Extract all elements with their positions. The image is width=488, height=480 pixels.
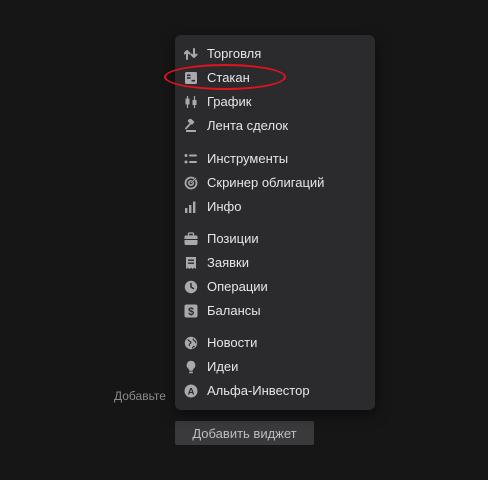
menu-item-label: Позиции xyxy=(207,231,259,246)
menu-item-trade-feed[interactable]: Лента сделок xyxy=(175,114,375,138)
menu-item-label: Новости xyxy=(207,335,258,350)
menu-item-label: Альфа-Инвестор xyxy=(207,383,310,398)
workspace: Добавьте Добавить виджет Торговля Стакан… xyxy=(0,0,488,480)
menu-item-label: Торговля xyxy=(207,46,262,61)
menu-item-orders[interactable]: Заявки xyxy=(175,251,375,275)
svg-text:$: $ xyxy=(188,306,194,318)
menu-item-balances[interactable]: $ Балансы xyxy=(175,299,375,323)
menu-item-alfa-investor[interactable]: A Альфа-Инвестор xyxy=(175,379,375,403)
menu-item-bond-screener[interactable]: Скринер облигаций xyxy=(175,171,375,195)
menu-item-label: График xyxy=(207,94,252,109)
briefcase-icon xyxy=(184,232,198,246)
order-book-icon xyxy=(184,71,198,85)
menu-item-operations[interactable]: Операции xyxy=(175,275,375,299)
clock-icon xyxy=(184,280,198,294)
bar-chart-icon xyxy=(184,200,198,214)
alfa-logo-icon: A xyxy=(184,384,198,398)
menu-item-order-book[interactable]: Стакан xyxy=(175,66,375,90)
menu-item-label: Операции xyxy=(207,279,268,294)
dollar-icon: $ xyxy=(184,304,198,318)
trade-arrows-icon xyxy=(184,47,198,61)
menu-item-label: Заявки xyxy=(207,255,249,270)
menu-item-positions[interactable]: Позиции xyxy=(175,227,375,251)
menu-item-instruments[interactable]: Инструменты xyxy=(175,147,375,171)
menu-item-label: Балансы xyxy=(207,303,261,318)
menu-item-label: Стакан xyxy=(207,70,250,85)
list-icon xyxy=(184,152,198,166)
menu-item-ideas[interactable]: Идеи xyxy=(175,355,375,379)
empty-workspace-hint: Добавьте xyxy=(114,389,166,403)
menu-item-info[interactable]: Инфо xyxy=(175,195,375,219)
menu-item-label: Инфо xyxy=(207,199,242,214)
menu-item-label: Идеи xyxy=(207,359,239,374)
lightbulb-icon xyxy=(184,360,198,374)
menu-item-trading[interactable]: Торговля xyxy=(175,42,375,66)
candlestick-chart-icon xyxy=(184,95,198,109)
menu-item-news[interactable]: Новости xyxy=(175,331,375,355)
receipt-icon xyxy=(184,256,198,270)
target-icon xyxy=(184,176,198,190)
gavel-icon xyxy=(184,119,198,133)
menu-item-label: Скринер облигаций xyxy=(207,175,325,190)
add-widget-button[interactable]: Добавить виджет xyxy=(175,421,314,445)
menu-item-chart[interactable]: График xyxy=(175,90,375,114)
menu-item-label: Инструменты xyxy=(207,151,289,166)
globe-icon xyxy=(184,336,198,350)
menu-item-label: Лента сделок xyxy=(207,118,289,133)
svg-text:A: A xyxy=(188,387,195,398)
widget-menu: Торговля Стакан График Лента сделок Инст… xyxy=(175,35,375,410)
